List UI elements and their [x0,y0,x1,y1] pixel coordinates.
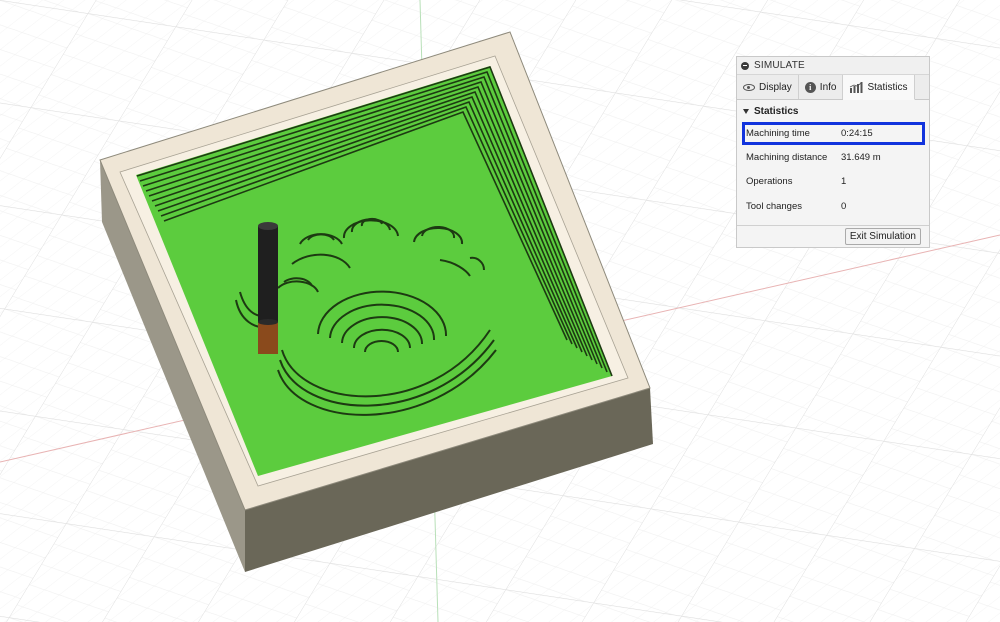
statistics-section-header[interactable]: Statistics [737,100,929,122]
tab-bar: Display i Info Statistics [737,75,929,100]
bar-chart-icon [849,81,863,93]
stat-row-operations: Operations 1 [737,170,929,195]
stat-value: 1 [841,176,847,188]
stat-row-machining-distance: Machining distance 31.649 m [737,145,929,170]
tool-top [258,222,278,230]
tab-info-label: Info [819,81,837,93]
cutting-tool [258,222,278,354]
stat-label: Operations [746,176,793,188]
tab-display-label: Display [759,81,792,93]
tab-statistics-label: Statistics [867,81,908,93]
stat-label: Tool changes [746,200,802,212]
simulate-panel: SIMULATE Display i Info Statistics Stati… [736,56,930,248]
tab-info[interactable]: i Info [799,75,844,99]
tab-statistics[interactable]: Statistics [843,75,915,100]
stat-row-machining-time: Machining time 0:24:15 [742,122,925,145]
panel-title: SIMULATE [754,60,805,71]
triangle-down-icon [743,108,749,114]
collapse-icon[interactable] [741,61,749,70]
stat-value: 31.649 m [841,151,881,163]
stat-value: 0 [841,200,847,212]
exit-simulation-button[interactable]: Exit Simulation [844,228,921,245]
stat-row-tool-changes: Tool changes 0 [737,194,929,219]
panel-header: SIMULATE [737,57,929,75]
section-title: Statistics [754,105,799,117]
tab-display[interactable]: Display [737,75,799,99]
info-icon: i [804,81,816,93]
panel-footer: Exit Simulation [737,225,929,247]
stat-label: Machining time [746,128,810,139]
tool-holder [258,322,278,354]
tool-shank [258,226,278,324]
eye-icon [743,83,755,91]
stat-value: 0:24:15 [841,128,873,139]
stat-label: Machining distance [746,151,828,163]
